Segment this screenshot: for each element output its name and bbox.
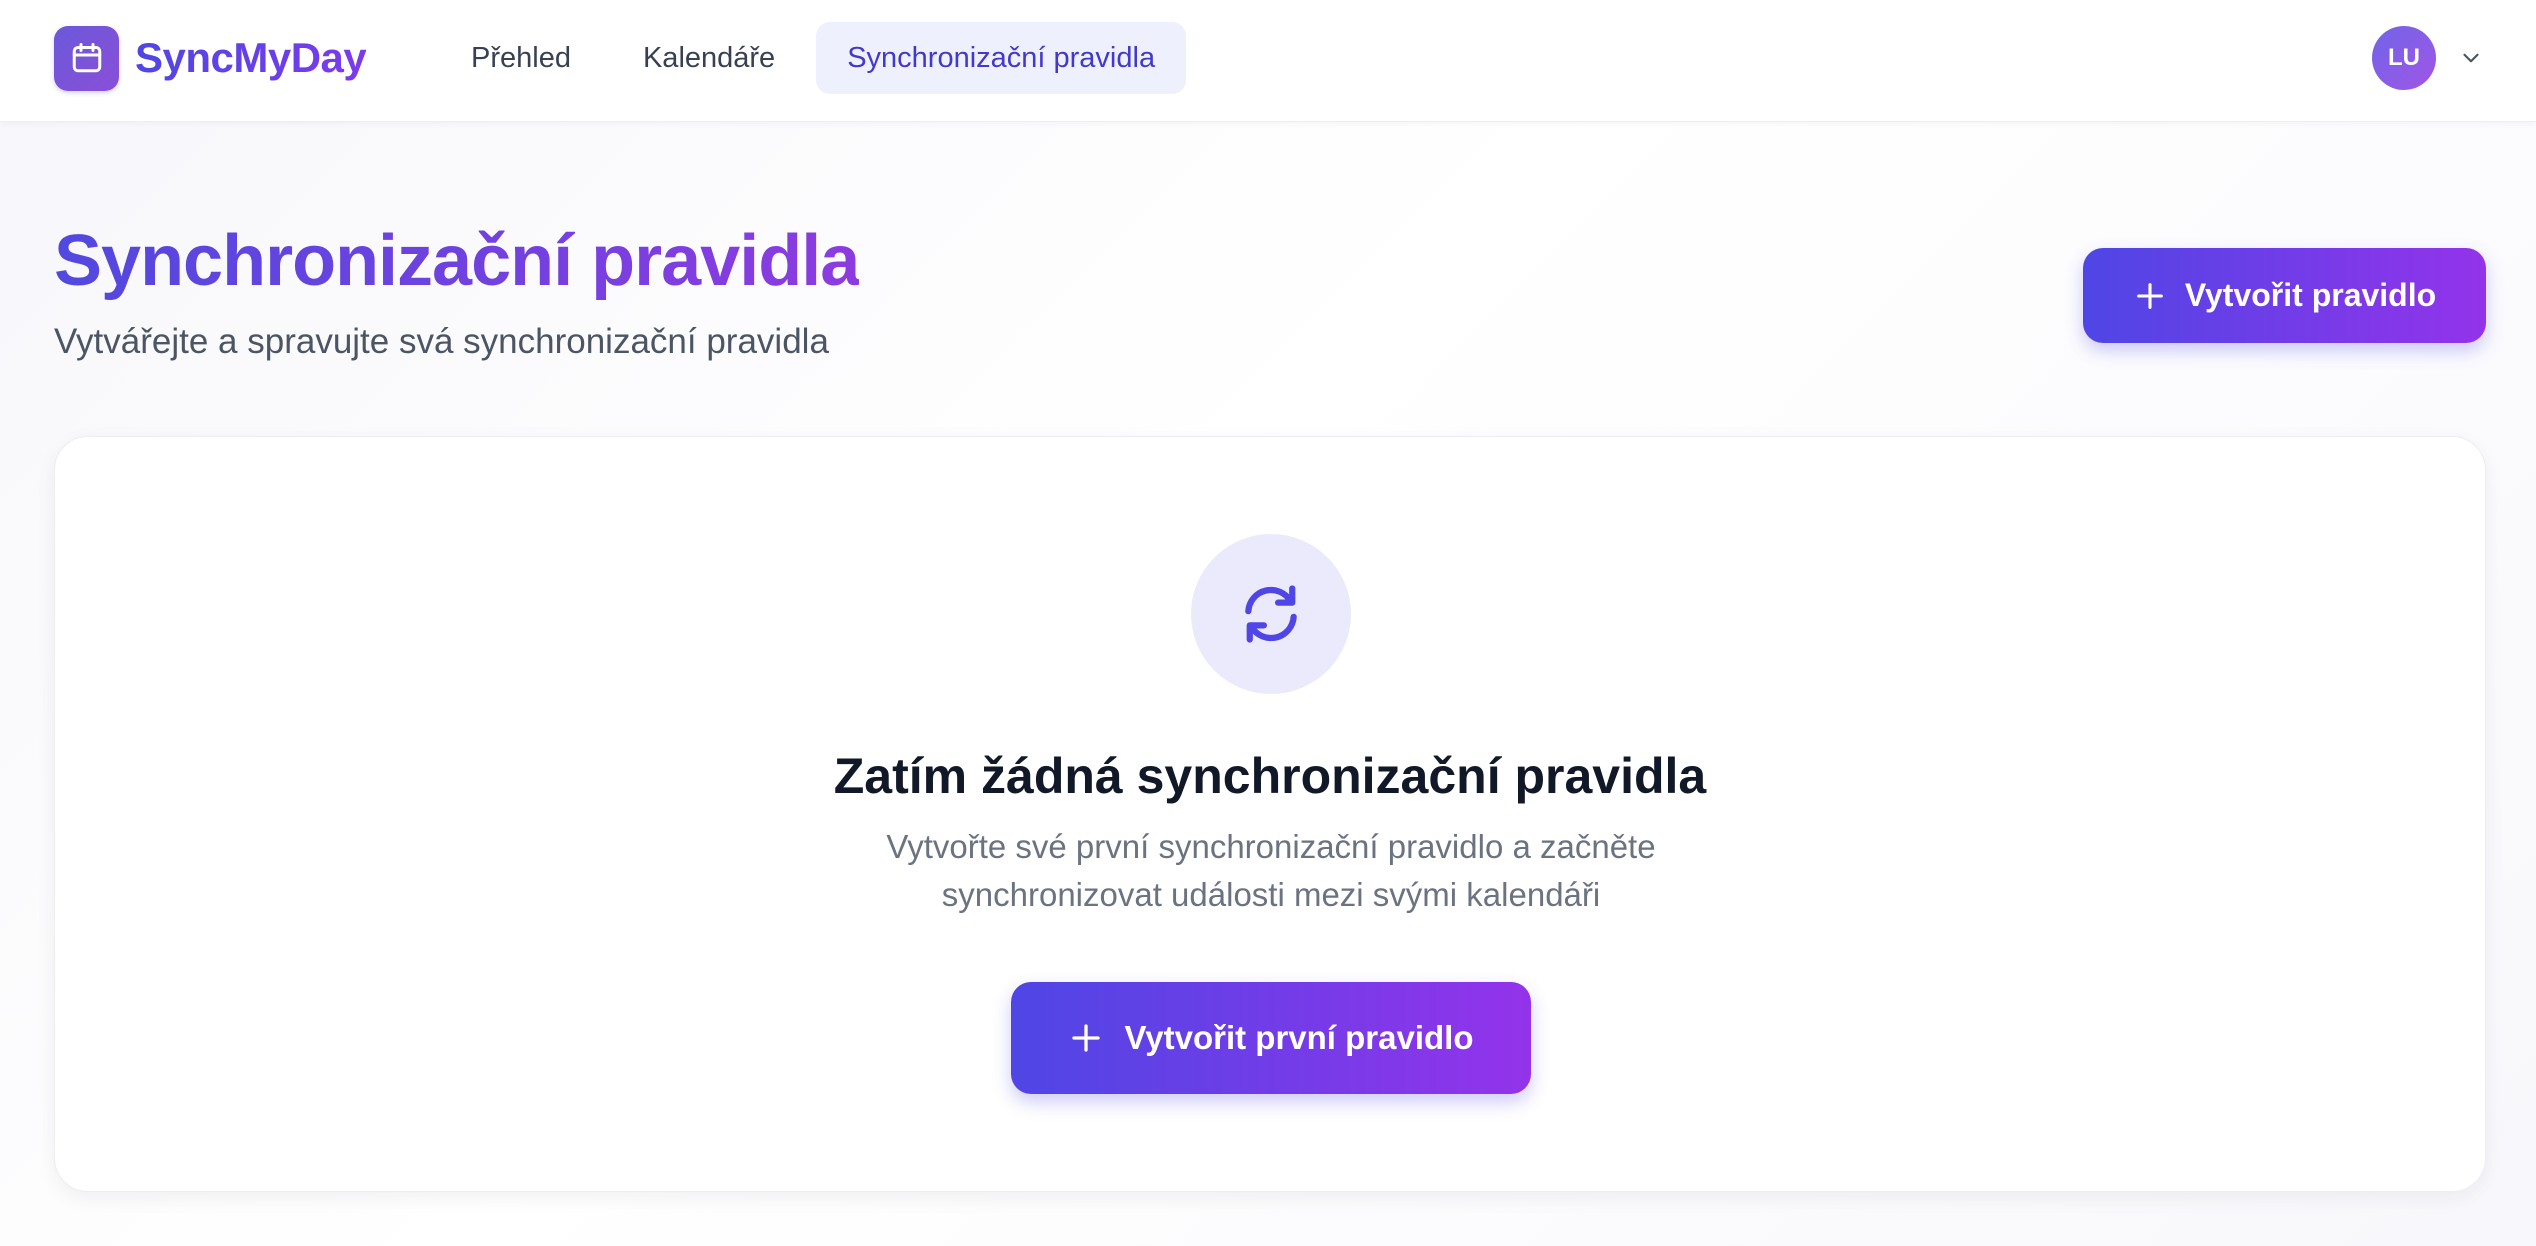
empty-state-card: Zatím žádná synchronizační pravidla Vytv… bbox=[54, 436, 2486, 1192]
plus-icon bbox=[2133, 279, 2167, 313]
brand[interactable]: SyncMyDay bbox=[54, 25, 367, 91]
calendar-icon bbox=[54, 25, 119, 91]
nav-item-prehled[interactable]: Přehled bbox=[440, 22, 602, 94]
top-navigation-bar: SyncMyDay Přehled Kalendáře Synchronizač… bbox=[0, 0, 2536, 122]
page-subtitle: Vytvářejte a spravujte svá synchronizačn… bbox=[54, 322, 829, 361]
create-first-rule-button[interactable]: Vytvořit první pravidlo bbox=[1011, 982, 1531, 1094]
plus-icon bbox=[1068, 1020, 1104, 1056]
nav-item-synchronizacni-pravidla[interactable]: Synchronizační pravidla bbox=[816, 22, 1187, 94]
nav-item-kalendare[interactable]: Kalendáře bbox=[612, 22, 806, 94]
empty-state-description: Vytvořte své první synchronizační pravid… bbox=[886, 828, 1656, 913]
chevron-down-icon[interactable] bbox=[2456, 43, 2486, 73]
create-rule-label: Vytvořit pravidlo bbox=[2184, 277, 2437, 313]
create-first-rule-label: Vytvořit první pravidlo bbox=[1124, 1019, 1474, 1056]
empty-state-title: Zatím žádná synchronizační pravidla bbox=[833, 748, 1707, 804]
sync-icon bbox=[1191, 534, 1351, 694]
brand-name: SyncMyDay bbox=[135, 34, 367, 81]
avatar[interactable]: LU bbox=[2372, 26, 2436, 90]
page-title: Synchronizační pravidla bbox=[54, 218, 860, 304]
create-rule-button[interactable]: Vytvořit pravidlo bbox=[2083, 248, 2486, 343]
main-nav: Přehled Kalendáře Synchronizační pravidl… bbox=[440, 22, 1187, 94]
user-menu[interactable]: LU bbox=[2372, 26, 2486, 90]
